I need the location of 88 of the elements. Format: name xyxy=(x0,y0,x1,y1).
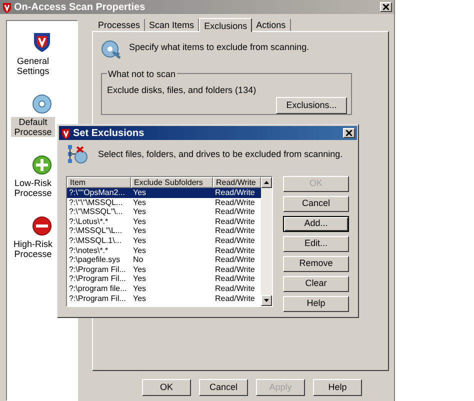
table-cell-text: Read/Write xyxy=(214,294,256,304)
intro-text: Specify what items to exclude from scanning. xyxy=(129,41,310,54)
table-cell-text: Yes xyxy=(132,198,148,208)
table-cell-text: ?:\"\"\MSSQL... xyxy=(68,198,124,208)
table-cell-text: ?:\Program Fil... xyxy=(68,264,127,274)
list-row[interactable]: ?:\notes\*.* Yes Read/Write xyxy=(67,246,261,256)
table-cell-text: ?:\Program Fil... xyxy=(68,274,127,284)
table-cell-text: Read/Write xyxy=(214,236,256,246)
table-cell-text: No xyxy=(132,255,144,265)
table-cell-text: ?:\Lotus\*.* xyxy=(68,216,110,226)
list-row[interactable]: ?:\Program Fil... Yes Read/Write xyxy=(67,294,261,304)
dialog-button[interactable]: Edit... xyxy=(283,236,349,252)
table-cell-text: Yes xyxy=(132,216,148,226)
sidebar-item[interactable]: Low-Risk Processe xyxy=(11,178,55,198)
dialog-button[interactable]: Cancel xyxy=(199,379,248,396)
list-row[interactable]: ?:\program file... Yes Read/Write xyxy=(67,284,261,294)
dialog-button[interactable]: Add... xyxy=(283,216,349,232)
table-cell-text: ?:\notes\*.* xyxy=(68,246,110,256)
tab[interactable]: Processes xyxy=(94,19,146,31)
close-button[interactable] xyxy=(343,128,355,138)
table-cell-text: Read/Write xyxy=(214,188,256,198)
table-cell-text: Read/Write xyxy=(214,198,256,208)
column-header[interactable]: Read/Write xyxy=(213,177,261,188)
table-cell-text: Read/Write xyxy=(214,226,256,236)
sidebar-item[interactable]: Default Processe xyxy=(11,117,55,137)
scrollbar[interactable] xyxy=(261,177,272,306)
scroll-up-button[interactable] xyxy=(261,177,272,188)
table-cell-text: ?:\MSSQL.1\... xyxy=(68,236,122,246)
table-cell-text: Read/Write xyxy=(214,216,256,226)
table-cell-text: Read/Write xyxy=(214,284,256,294)
shield-icon xyxy=(33,31,51,53)
dialog-button[interactable]: Cancel xyxy=(283,196,349,212)
list-row[interactable]: ?:\Lotus\*.* Yes Read/Write xyxy=(67,216,261,226)
table-cell-text: ?:\pagefile.sys xyxy=(68,255,122,265)
tab[interactable]: Actions xyxy=(252,19,291,31)
up-arrow-icon xyxy=(264,181,269,184)
window-title: On-Access Scan Properties xyxy=(14,0,146,14)
disc-key-icon xyxy=(101,40,123,60)
table-cell-text: Yes xyxy=(132,274,148,284)
list-row[interactable]: ?:\MSSQL"\L... Yes Read/Write xyxy=(67,226,261,236)
list-row[interactable]: ?:\""OpsMan2... Yes Read/Write xyxy=(67,188,261,198)
exclude-summary: Exclude disks, files, and folders (134) xyxy=(107,84,258,97)
list-row[interactable]: ?:\"\MSSQL"\... Yes Read/Write xyxy=(67,207,261,217)
column-header[interactable]: Item xyxy=(67,177,131,188)
scroll-down-button[interactable] xyxy=(261,295,272,306)
dialog-intro-text: Select files, folders, and drives to be excluded from scanning. xyxy=(98,148,343,162)
dialog-button[interactable]: OK xyxy=(142,379,191,396)
table-cell-text: Yes xyxy=(132,264,148,274)
minus-icon xyxy=(32,216,52,236)
app-shield-icon xyxy=(61,128,71,138)
sidebar-item[interactable]: High-Risk Processe xyxy=(11,239,55,259)
down-arrow-icon xyxy=(264,299,269,302)
dialog-button[interactable]: Help xyxy=(313,379,362,396)
list-row[interactable]: ?:\"\"\MSSQL... Yes Read/Write xyxy=(67,198,261,208)
list-row[interactable]: ?:\Program Fil... Yes Read/Write xyxy=(67,264,261,274)
close-button[interactable] xyxy=(380,2,392,12)
table-cell-text: Read/Write xyxy=(214,264,256,274)
table-cell-text: Yes xyxy=(132,207,148,217)
table-cell-text: Yes xyxy=(132,226,148,236)
list-row[interactable]: ?:\MSSQL.1\... Yes Read/Write xyxy=(67,236,261,246)
app-shield-icon xyxy=(2,2,12,12)
dialog-button[interactable]: Help xyxy=(283,296,349,312)
table-cell-text: Read/Write xyxy=(214,255,256,265)
table-cell-text: Yes xyxy=(132,294,148,304)
table-cell-text: Yes xyxy=(132,284,148,294)
table-cell-text: ?:\""OpsMan2... xyxy=(68,188,126,198)
table-cell-text: Yes xyxy=(132,236,148,246)
table-cell-text: Yes xyxy=(132,246,148,256)
dialog-button[interactable]: Clear xyxy=(283,276,349,292)
files-icon xyxy=(66,144,88,166)
tab[interactable]: Exclusions xyxy=(199,18,252,32)
table-cell-text: ?:\program file... xyxy=(68,284,128,294)
sidebar-item[interactable]: General Settings xyxy=(11,56,55,76)
table-cell-text: ?:\MSSQL"\L... xyxy=(68,226,124,236)
dialog-button[interactable]: Remove xyxy=(283,256,349,272)
list-row[interactable]: ?:\Program Fil... Yes Read/Write xyxy=(67,274,261,284)
table-cell-text: Read/Write xyxy=(214,274,256,284)
table-cell-text: Read/Write xyxy=(214,207,256,217)
disc-icon xyxy=(32,94,52,114)
table-cell-text: Yes xyxy=(132,188,148,198)
dialog-title: Set Exclusions xyxy=(73,126,146,140)
exclusions-button[interactable]: Exclusions... xyxy=(276,97,347,114)
plus-icon xyxy=(32,155,52,175)
table-cell-text: ?:\Program Fil... xyxy=(68,294,127,304)
table-cell-text: ?:\"\MSSQL"\... xyxy=(68,207,124,217)
column-header[interactable]: Exclude Subfolders xyxy=(131,177,213,188)
table-cell-text: Read/Write xyxy=(214,246,256,256)
list-row[interactable]: ?:\pagefile.sys No Read/Write xyxy=(67,255,261,265)
